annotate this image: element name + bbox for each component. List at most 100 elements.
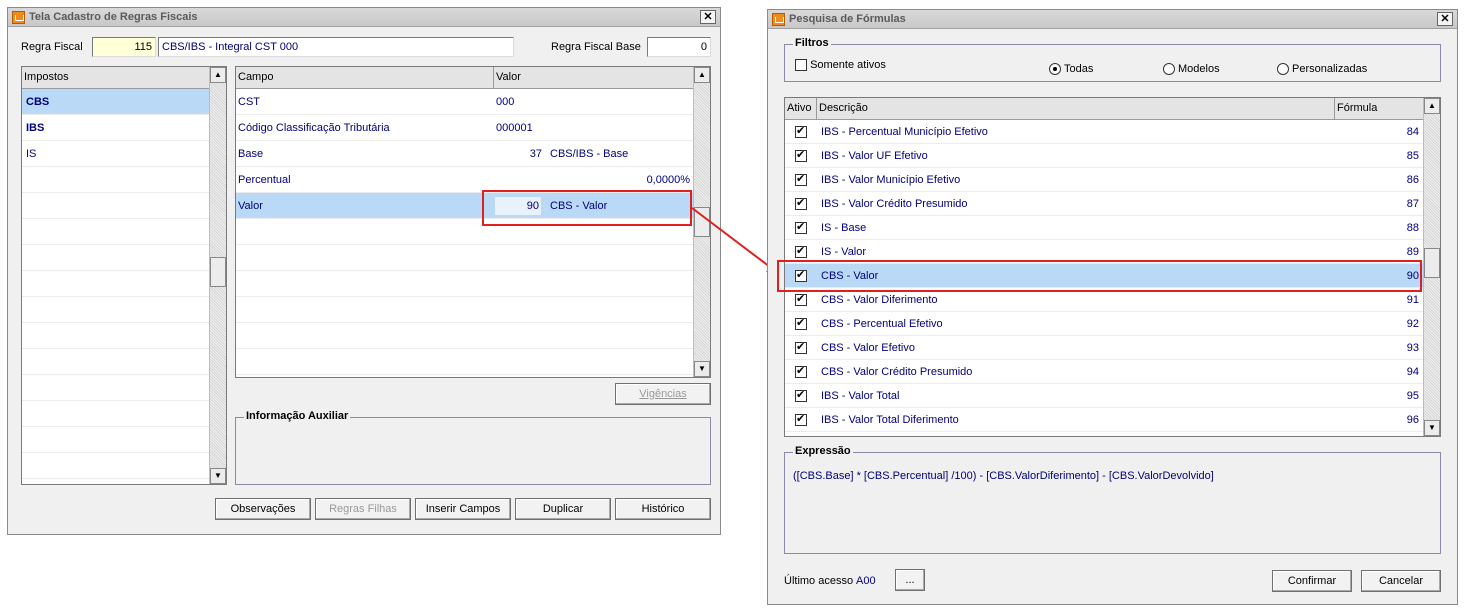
historico-button[interactable]: Histórico bbox=[615, 498, 711, 520]
formula-row[interactable]: CBS - Percentual Efetivo 92 bbox=[785, 312, 1423, 336]
ativo-cell[interactable] bbox=[785, 364, 817, 378]
scroll-down-icon[interactable]: ▼ bbox=[694, 361, 710, 377]
app-icon bbox=[12, 10, 25, 24]
checkbox-checked-icon[interactable] bbox=[795, 340, 807, 354]
ativo-cell[interactable] bbox=[785, 244, 817, 258]
app-icon bbox=[772, 12, 785, 26]
descricao-column-header[interactable]: Descrição bbox=[817, 98, 1335, 119]
radio-modelos[interactable]: Modelos bbox=[1163, 63, 1220, 76]
radio-icon[interactable] bbox=[1049, 63, 1061, 76]
checkbox-checked-icon[interactable] bbox=[795, 172, 807, 186]
empty-row bbox=[22, 427, 210, 453]
title-bar[interactable]: Pesquisa de Fórmulas ✕ bbox=[768, 10, 1457, 29]
radio-icon[interactable] bbox=[1163, 63, 1175, 76]
formula-row[interactable]: IBS - Valor Crédito Presumido 87 bbox=[785, 192, 1423, 216]
field-row[interactable]: Base 37 CBS/IBS - Base bbox=[236, 141, 694, 167]
campo-column-header[interactable]: Campo bbox=[236, 67, 494, 88]
formula-numero: 91 bbox=[1406, 293, 1419, 306]
formula-row[interactable]: IBS - Valor Total Diferimento 96 bbox=[785, 408, 1423, 432]
impostos-grid[interactable]: Impostos CBS IBS IS ▲ ▼ bbox=[21, 66, 227, 485]
regras-filhas-button[interactable]: Regras Filhas bbox=[315, 498, 411, 520]
radio-personalizadas[interactable]: Personalizadas bbox=[1277, 63, 1367, 76]
expressao-text[interactable]: ([CBS.Base] * [CBS.Percentual] /100) - [… bbox=[793, 470, 1214, 482]
ativo-cell[interactable] bbox=[785, 172, 817, 186]
vigencias-button[interactable]: Vigências bbox=[615, 383, 711, 405]
formulas-scrollbar[interactable]: ▲ ▼ bbox=[1423, 98, 1440, 436]
imposto-label: CBS bbox=[26, 95, 50, 108]
checkbox-checked-icon[interactable] bbox=[795, 244, 807, 258]
cancelar-button[interactable]: Cancelar bbox=[1361, 570, 1441, 592]
formula-numero: 89 bbox=[1406, 245, 1419, 258]
imposto-row-is[interactable]: IS bbox=[22, 141, 210, 167]
radio-todas[interactable]: Todas bbox=[1049, 63, 1093, 76]
inserir-campos-button[interactable]: Inserir Campos bbox=[415, 498, 511, 520]
checkbox-checked-icon[interactable] bbox=[795, 388, 807, 402]
duplicar-button[interactable]: Duplicar bbox=[515, 498, 611, 520]
formula-row[interactable]: IBS - Valor Total 95 bbox=[785, 384, 1423, 408]
title-bar[interactable]: Tela Cadastro de Regras Fiscais ✕ bbox=[8, 8, 720, 27]
empty-row bbox=[22, 297, 210, 323]
ativo-cell[interactable] bbox=[785, 412, 817, 426]
ativo-cell[interactable] bbox=[785, 388, 817, 402]
impostos-column-header[interactable]: Impostos bbox=[22, 67, 210, 88]
ellipsis-button[interactable]: ... bbox=[895, 569, 925, 591]
checkbox-checked-icon[interactable] bbox=[795, 196, 807, 210]
scroll-up-icon[interactable]: ▲ bbox=[1424, 98, 1440, 114]
formula-descricao: CBS - Valor Efetivo bbox=[821, 341, 915, 354]
checkbox-checked-icon[interactable] bbox=[795, 124, 807, 138]
formula-row[interactable]: CBS - Valor Efetivo 93 bbox=[785, 336, 1423, 360]
imposto-row-cbs[interactable]: CBS bbox=[22, 89, 210, 115]
formula-row[interactable]: IBS - Valor Município Efetivo 86 bbox=[785, 168, 1423, 192]
confirmar-button[interactable]: Confirmar bbox=[1272, 570, 1352, 592]
checkbox-checked-icon[interactable] bbox=[795, 292, 807, 306]
formula-row[interactable]: IBS - Valor UF Efetivo 85 bbox=[785, 144, 1423, 168]
close-icon[interactable]: ✕ bbox=[700, 10, 716, 24]
ativo-cell[interactable] bbox=[785, 292, 817, 306]
checkbox-checked-icon[interactable] bbox=[795, 316, 807, 330]
field-campo: Percentual bbox=[238, 173, 291, 186]
ativo-cell[interactable] bbox=[785, 316, 817, 330]
somente-ativos-checkbox[interactable]: Somente ativos bbox=[795, 59, 886, 72]
impostos-scrollbar[interactable]: ▲ ▼ bbox=[209, 67, 226, 484]
formula-descricao: IBS - Valor Total bbox=[821, 389, 900, 402]
scroll-thumb[interactable] bbox=[1424, 248, 1440, 278]
ativo-cell[interactable] bbox=[785, 220, 817, 234]
pesquisa-formulas-window: Pesquisa de Fórmulas ✕ Filtros Somente a… bbox=[767, 9, 1458, 605]
regra-fiscal-desc-input[interactable]: CBS/IBS - Integral CST 000 bbox=[158, 37, 514, 57]
empty-row bbox=[236, 297, 694, 323]
valor-column-header[interactable]: Valor bbox=[494, 67, 693, 88]
imposto-label: IS bbox=[26, 147, 37, 160]
regra-fiscal-base-input[interactable]: 0 bbox=[647, 37, 711, 57]
ativo-column-header[interactable]: Ativo bbox=[785, 98, 817, 119]
scroll-up-icon[interactable]: ▲ bbox=[694, 67, 710, 83]
ativo-cell[interactable] bbox=[785, 148, 817, 162]
field-valor: 37 bbox=[529, 147, 542, 160]
formula-row[interactable]: IBS - Percentual Município Efetivo 84 bbox=[785, 120, 1423, 144]
formula-row[interactable]: CBS - Valor Crédito Presumido 94 bbox=[785, 360, 1423, 384]
ativo-cell[interactable] bbox=[785, 124, 817, 138]
ativo-cell[interactable] bbox=[785, 340, 817, 354]
scroll-down-icon[interactable]: ▼ bbox=[1424, 420, 1440, 436]
scroll-up-icon[interactable]: ▲ bbox=[210, 67, 226, 83]
ativo-cell[interactable] bbox=[785, 196, 817, 210]
checkbox-icon[interactable] bbox=[795, 59, 807, 72]
radio-icon[interactable] bbox=[1277, 63, 1289, 76]
field-valor: 000 bbox=[496, 95, 515, 108]
scroll-down-icon[interactable]: ▼ bbox=[210, 468, 226, 484]
checkbox-checked-icon[interactable] bbox=[795, 364, 807, 378]
close-icon[interactable]: ✕ bbox=[1437, 12, 1453, 26]
empty-row bbox=[22, 453, 210, 479]
ultimo-acesso-value: A00 bbox=[856, 575, 876, 587]
formula-column-header[interactable]: Fórmula bbox=[1335, 98, 1423, 119]
checkbox-checked-icon[interactable] bbox=[795, 220, 807, 234]
scroll-thumb[interactable] bbox=[210, 257, 226, 287]
imposto-row-ibs[interactable]: IBS bbox=[22, 115, 210, 141]
checkbox-checked-icon[interactable] bbox=[795, 148, 807, 162]
checkbox-checked-icon[interactable] bbox=[795, 412, 807, 426]
field-row[interactable]: CST 000 bbox=[236, 89, 694, 115]
observacoes-button[interactable]: Observações bbox=[215, 498, 311, 520]
formula-row[interactable]: IS - Base 88 bbox=[785, 216, 1423, 240]
regras-fiscais-window: Tela Cadastro de Regras Fiscais ✕ Regra … bbox=[7, 7, 721, 535]
regra-fiscal-code-input[interactable]: 115 bbox=[92, 37, 156, 57]
field-row[interactable]: Código Classificação Tributária 000001 bbox=[236, 115, 694, 141]
